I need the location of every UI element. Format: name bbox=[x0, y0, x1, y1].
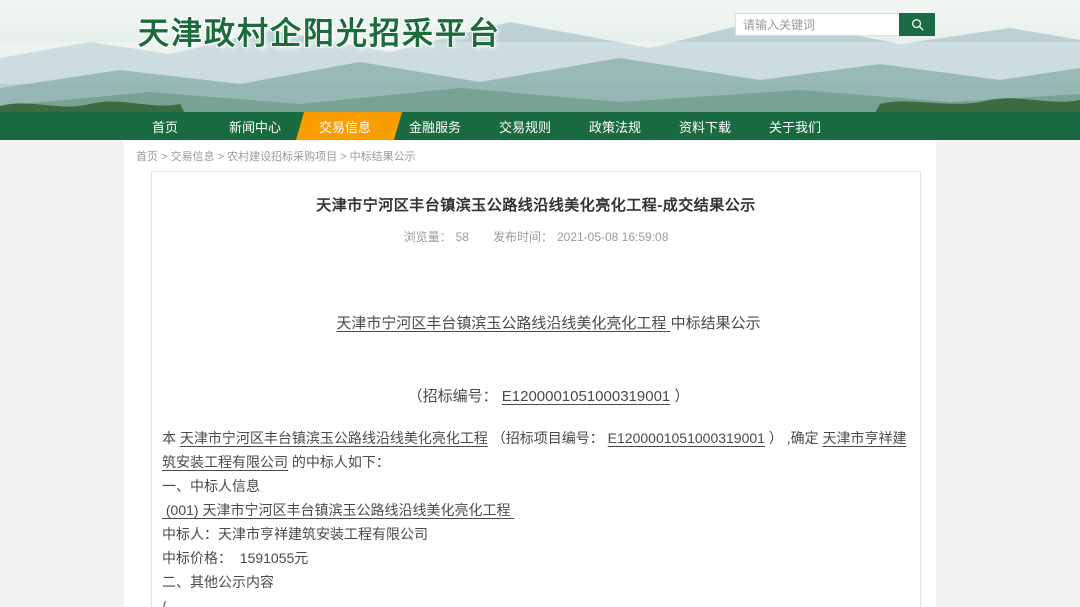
text-segment: 中标结果公示 bbox=[671, 315, 761, 332]
text-segment: (001) 天津市宁河区丰台镇滨玉公路线沿线美化亮化工程 bbox=[162, 502, 514, 518]
nav-item[interactable]: 金融服务 bbox=[390, 112, 480, 140]
text-segment: E1200001051000319001 bbox=[608, 430, 765, 446]
main-nav: 首页 新闻中心 交易信息 金融服务 交易规则 政策法规 资料下载 bbox=[0, 112, 1080, 140]
page-container: 首页 > 交易信息 > 农村建设招标采购项目 > 中标结果公示 天津市宁河区丰台… bbox=[124, 140, 936, 607]
body-line: 二、其他公示内容 bbox=[162, 570, 910, 594]
text-segment: （招标编号： bbox=[408, 388, 502, 405]
breadcrumb-link[interactable]: 首页 bbox=[136, 151, 158, 163]
breadcrumb-separator: > bbox=[215, 151, 228, 163]
body-line: 本 天津市宁河区丰台镇滨玉公路线沿线美化亮化工程 （招标项目编号： E12000… bbox=[162, 426, 910, 474]
nav-item-label: 首页 bbox=[152, 117, 178, 136]
content-box: 天津市宁河区丰台镇滨玉公路线沿线美化亮化工程-成交结果公示 浏览量： 58 发布时间… bbox=[151, 171, 921, 607]
line-segments: 二、其他公示内容 bbox=[162, 574, 274, 590]
publish-time: 2021-05-08 16:59:08 bbox=[557, 230, 668, 244]
search-input[interactable] bbox=[735, 13, 899, 36]
nav-item-label: 资料下载 bbox=[679, 117, 731, 136]
site-title: 天津政村企阳光招采平台 bbox=[138, 8, 501, 53]
subtitle-line: 天津市宁河区丰台镇滨玉公路线沿线美化亮化工程 中标结果公示 bbox=[160, 269, 912, 335]
body-line: (001) 天津市宁河区丰台镇滨玉公路线沿线美化亮化工程 bbox=[162, 498, 910, 522]
nav-item-label: 交易信息 bbox=[319, 117, 371, 136]
search-bar bbox=[735, 13, 935, 36]
breadcrumb: 首页 > 交易信息 > 农村建设招标采购项目 > 中标结果公示 bbox=[124, 140, 936, 162]
search-button[interactable] bbox=[899, 13, 935, 36]
line-segments: / bbox=[162, 598, 166, 607]
bid-number-line: （招标编号： E1200001051000319001 ） bbox=[160, 342, 912, 408]
text-segment: 天津市宁河区丰台镇滨玉公路线沿线美化亮化工程 bbox=[336, 315, 670, 332]
nav-item[interactable]: 首页 bbox=[120, 112, 210, 140]
breadcrumb-separator: > bbox=[337, 151, 350, 163]
breadcrumb-item: 交易信息 > bbox=[171, 151, 228, 163]
text-segment: 二、其他公示内容 bbox=[162, 574, 274, 590]
line-segments: 一、中标人信息 bbox=[162, 478, 260, 494]
search-icon bbox=[910, 17, 925, 32]
notice-subtitle: 天津市宁河区丰台镇滨玉公路线沿线美化亮化工程 中标结果公示 （招标编号： E12… bbox=[160, 269, 912, 408]
nav-item-label: 金融服务 bbox=[409, 117, 461, 136]
breadcrumb-link[interactable]: 交易信息 bbox=[171, 151, 215, 163]
line-segments: 本 天津市宁河区丰台镇滨玉公路线沿线美化亮化工程 （招标项目编号： E12000… bbox=[162, 430, 907, 470]
text-segment: ） bbox=[670, 388, 689, 405]
text-segment: 天津市宁河区丰台镇滨玉公路线沿线美化亮化工程 bbox=[180, 430, 488, 446]
body-line: 中标价格： 1591055元 bbox=[162, 546, 910, 570]
breadcrumb-separator: > bbox=[158, 151, 171, 163]
text-segment: 一、中标人信息 bbox=[162, 478, 260, 494]
text-segment: 的中标人如下： bbox=[288, 454, 390, 470]
nav-item[interactable]: 关于我们 bbox=[750, 112, 840, 140]
nav-item[interactable]: 交易信息 bbox=[300, 112, 390, 140]
text-segment: 本 bbox=[162, 430, 180, 446]
text-segment: ） ,确定 bbox=[765, 430, 823, 446]
text-segment: 中标人：天津市亨祥建筑安装工程有限公司 bbox=[162, 526, 428, 542]
article-meta: 浏览量： 58 发布时间： 2021-05-08 16:59:08 bbox=[160, 228, 912, 245]
nav-item[interactable]: 新闻中心 bbox=[210, 112, 300, 140]
publish-label: 发布时间： bbox=[493, 230, 553, 244]
line-segments: 中标价格： 1591055元 bbox=[162, 550, 308, 566]
article-title: 天津市宁河区丰台镇滨玉公路线沿线美化亮化工程-成交结果公示 bbox=[160, 194, 912, 215]
nav-item-label: 新闻中心 bbox=[229, 117, 281, 136]
views-label: 浏览量： bbox=[404, 230, 452, 244]
views-count: 58 bbox=[456, 230, 469, 244]
article-body: 本 天津市宁河区丰台镇滨玉公路线沿线美化亮化工程 （招标项目编号： E12000… bbox=[160, 426, 912, 607]
breadcrumb-link[interactable]: 中标结果公示 bbox=[350, 151, 416, 163]
line-segments: (001) 天津市宁河区丰台镇滨玉公路线沿线美化亮化工程 bbox=[162, 502, 514, 518]
breadcrumb-item: 首页 > bbox=[136, 151, 171, 163]
breadcrumb-item: 农村建设招标采购项目 > bbox=[227, 151, 350, 163]
nav-item[interactable]: 资料下载 bbox=[660, 112, 750, 140]
nav-item[interactable]: 政策法规 bbox=[570, 112, 660, 140]
text-segment: / bbox=[162, 598, 166, 607]
body-line: / bbox=[162, 594, 910, 607]
nav-item-label: 交易规则 bbox=[499, 117, 551, 136]
text-segment: 中标价格： 1591055元 bbox=[162, 550, 308, 566]
nav-item-label: 政策法规 bbox=[589, 117, 641, 136]
body-line: 中标人：天津市亨祥建筑安装工程有限公司 bbox=[162, 522, 910, 546]
breadcrumb-item: 中标结果公示 bbox=[350, 151, 416, 163]
breadcrumb-link[interactable]: 农村建设招标采购项目 bbox=[227, 151, 337, 163]
nav-item[interactable]: 交易规则 bbox=[480, 112, 570, 140]
text-segment: （招标项目编号： bbox=[488, 430, 608, 446]
text-segment: E1200001051000319001 bbox=[502, 388, 671, 405]
site-banner: 天津政村企阳光招采平台 首页 新闻中心 交易信息 金融服务 bbox=[0, 0, 1080, 140]
line-segments: 中标人：天津市亨祥建筑安装工程有限公司 bbox=[162, 526, 428, 542]
body-line: 一、中标人信息 bbox=[162, 474, 910, 498]
nav-item-label: 关于我们 bbox=[769, 117, 821, 136]
